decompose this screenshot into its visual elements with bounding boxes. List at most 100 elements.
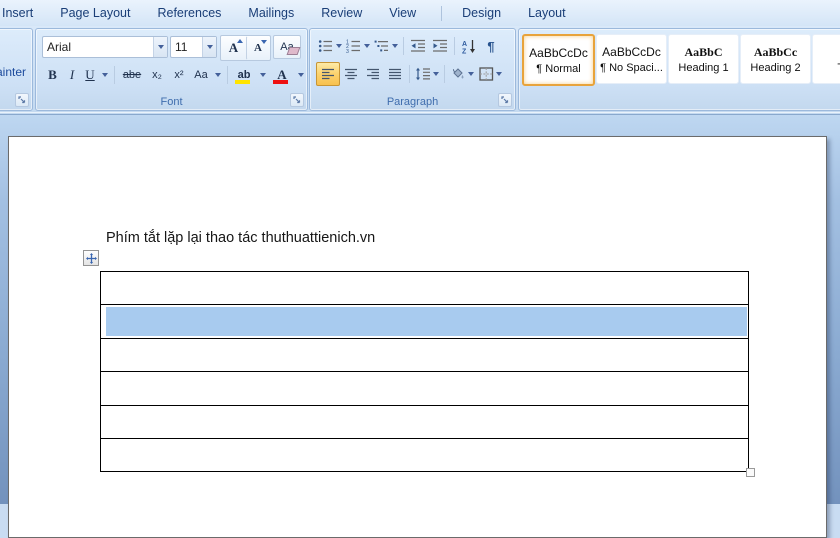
font-name-value: Arial — [43, 40, 153, 54]
style-name: ¶ No Spaci... — [600, 62, 663, 74]
line-spacing-icon — [415, 67, 431, 81]
font-name-dropdown[interactable] — [153, 37, 167, 57]
table-row[interactable] — [101, 305, 748, 339]
borders-button[interactable] — [476, 63, 504, 85]
paragraph-dialog-launcher[interactable] — [498, 93, 512, 107]
separator — [444, 65, 445, 83]
chevron-down-icon — [392, 44, 398, 48]
align-left-button[interactable] — [316, 62, 340, 86]
multilevel-list-button[interactable] — [372, 35, 400, 57]
dialog-launcher-icon — [293, 96, 301, 104]
chevron-down-icon — [433, 72, 439, 76]
justify-button[interactable] — [384, 63, 406, 85]
shrink-font-button[interactable]: A — [246, 36, 270, 60]
tab-mailings[interactable]: Mailings — [236, 1, 306, 26]
shading-button[interactable] — [448, 63, 476, 85]
align-center-button[interactable] — [340, 63, 362, 85]
decrease-indent-button[interactable] — [407, 35, 429, 57]
subscript-button[interactable]: x₂ — [146, 63, 168, 87]
table-move-handle[interactable] — [83, 250, 99, 266]
table-row[interactable] — [101, 372, 748, 406]
table-row[interactable] — [101, 272, 748, 305]
chevron-down-icon — [364, 44, 370, 48]
table-row[interactable] — [101, 339, 748, 372]
tab-insert[interactable]: Insert — [0, 1, 45, 26]
sort-button[interactable]: A Z — [458, 35, 480, 57]
change-case-dropdown[interactable] — [212, 63, 224, 87]
highlight-color-bar — [235, 80, 250, 84]
font-buttons-row: B I U abe x₂ x² Aa ab A — [42, 63, 307, 87]
clipboard-group: Format Painter — [0, 28, 33, 111]
tab-references[interactable]: References — [145, 1, 233, 26]
table-row[interactable] — [101, 406, 748, 439]
bullets-button[interactable] — [316, 35, 344, 57]
grow-font-button[interactable]: A — [221, 36, 246, 60]
styles-group: AaBbCcDc ¶ Normal AaBbCcDc ¶ No Spaci...… — [518, 28, 840, 111]
clear-formatting-button[interactable]: Aa — [273, 35, 301, 59]
chevron-down-icon — [468, 72, 474, 76]
chevron-down-icon — [207, 45, 213, 49]
show-hide-formatting-button[interactable]: ¶ — [480, 35, 502, 57]
font-color-button[interactable]: A — [269, 63, 295, 87]
font-size-buttons: A A — [220, 35, 271, 61]
multilevel-list-icon — [374, 39, 390, 53]
font-group-label: Font — [36, 96, 307, 108]
tab-layout[interactable]: Layout — [516, 1, 578, 26]
style-heading-2[interactable]: AaBbCc Heading 2 — [740, 34, 811, 84]
font-size-dropdown[interactable] — [202, 37, 216, 57]
tab-review[interactable]: Review — [309, 1, 374, 26]
font-size-combobox[interactable]: 11 — [170, 36, 217, 58]
style-sample: AaBbCcDc — [529, 46, 588, 60]
format-painter-button[interactable]: Format Painter — [0, 65, 26, 79]
style-name: ¶ Normal — [536, 63, 580, 75]
italic-button[interactable]: I — [63, 63, 81, 87]
tab-page-layout[interactable]: Page Layout — [48, 1, 142, 26]
word-window: { "ribbon": { "tabs": ["Insert", "Page L… — [0, 0, 840, 504]
font-color-bar — [273, 80, 288, 84]
numbering-button[interactable]: 123 — [344, 35, 372, 57]
dialog-launcher-icon — [501, 96, 509, 104]
bold-button[interactable]: B — [42, 63, 63, 87]
style-title[interactable]: Aa Title — [812, 34, 840, 84]
superscript-button[interactable]: x² — [168, 63, 190, 87]
clipboard-dialog-launcher[interactable] — [15, 93, 29, 107]
document-page[interactable]: Phím tắt lặp lại thao tác thuthuattienic… — [8, 136, 827, 538]
bullet-list-icon — [318, 39, 334, 53]
table-resize-handle[interactable] — [746, 468, 755, 477]
contextual-tab-divider — [441, 6, 442, 21]
document-table[interactable] — [100, 271, 749, 472]
tab-view[interactable]: View — [377, 1, 428, 26]
table-row[interactable] — [101, 439, 748, 471]
chevron-down-icon — [102, 73, 108, 77]
strikethrough-button[interactable]: abe — [118, 63, 146, 87]
line-spacing-button[interactable] — [413, 63, 441, 85]
separator — [403, 37, 404, 55]
style-normal[interactable]: AaBbCcDc ¶ Normal — [522, 34, 595, 86]
document-text-line[interactable]: Phím tắt lặp lại thao tác thuthuattienic… — [106, 230, 375, 246]
font-color-dropdown[interactable] — [295, 63, 307, 87]
style-heading-1[interactable]: AaBbC Heading 1 — [668, 34, 739, 84]
align-right-button[interactable] — [362, 63, 384, 85]
style-no-spacing[interactable]: AaBbCcDc ¶ No Spaci... — [596, 34, 667, 84]
separator — [409, 65, 410, 83]
increase-indent-button[interactable] — [429, 35, 451, 57]
separator — [454, 37, 455, 55]
chevron-down-icon — [336, 44, 342, 48]
tab-design[interactable]: Design — [450, 1, 513, 26]
svg-text:A: A — [462, 41, 467, 48]
font-name-combobox[interactable]: Arial — [42, 36, 168, 58]
paragraph-group-label: Paragraph — [310, 96, 515, 108]
selected-row-highlight — [106, 307, 747, 336]
align-right-icon — [366, 68, 380, 80]
font-dialog-launcher[interactable] — [290, 93, 304, 107]
highlight-dropdown[interactable] — [257, 63, 269, 87]
separator — [114, 66, 115, 84]
up-arrow-icon — [237, 39, 243, 43]
sort-az-icon: A Z — [461, 39, 477, 54]
text-highlight-color-button[interactable]: ab — [231, 63, 257, 87]
underline-dropdown[interactable] — [99, 63, 111, 87]
numbered-list-icon: 123 — [346, 39, 362, 53]
chevron-down-icon — [215, 73, 221, 77]
change-case-button[interactable]: Aa — [190, 63, 212, 87]
underline-button[interactable]: U — [81, 63, 99, 87]
